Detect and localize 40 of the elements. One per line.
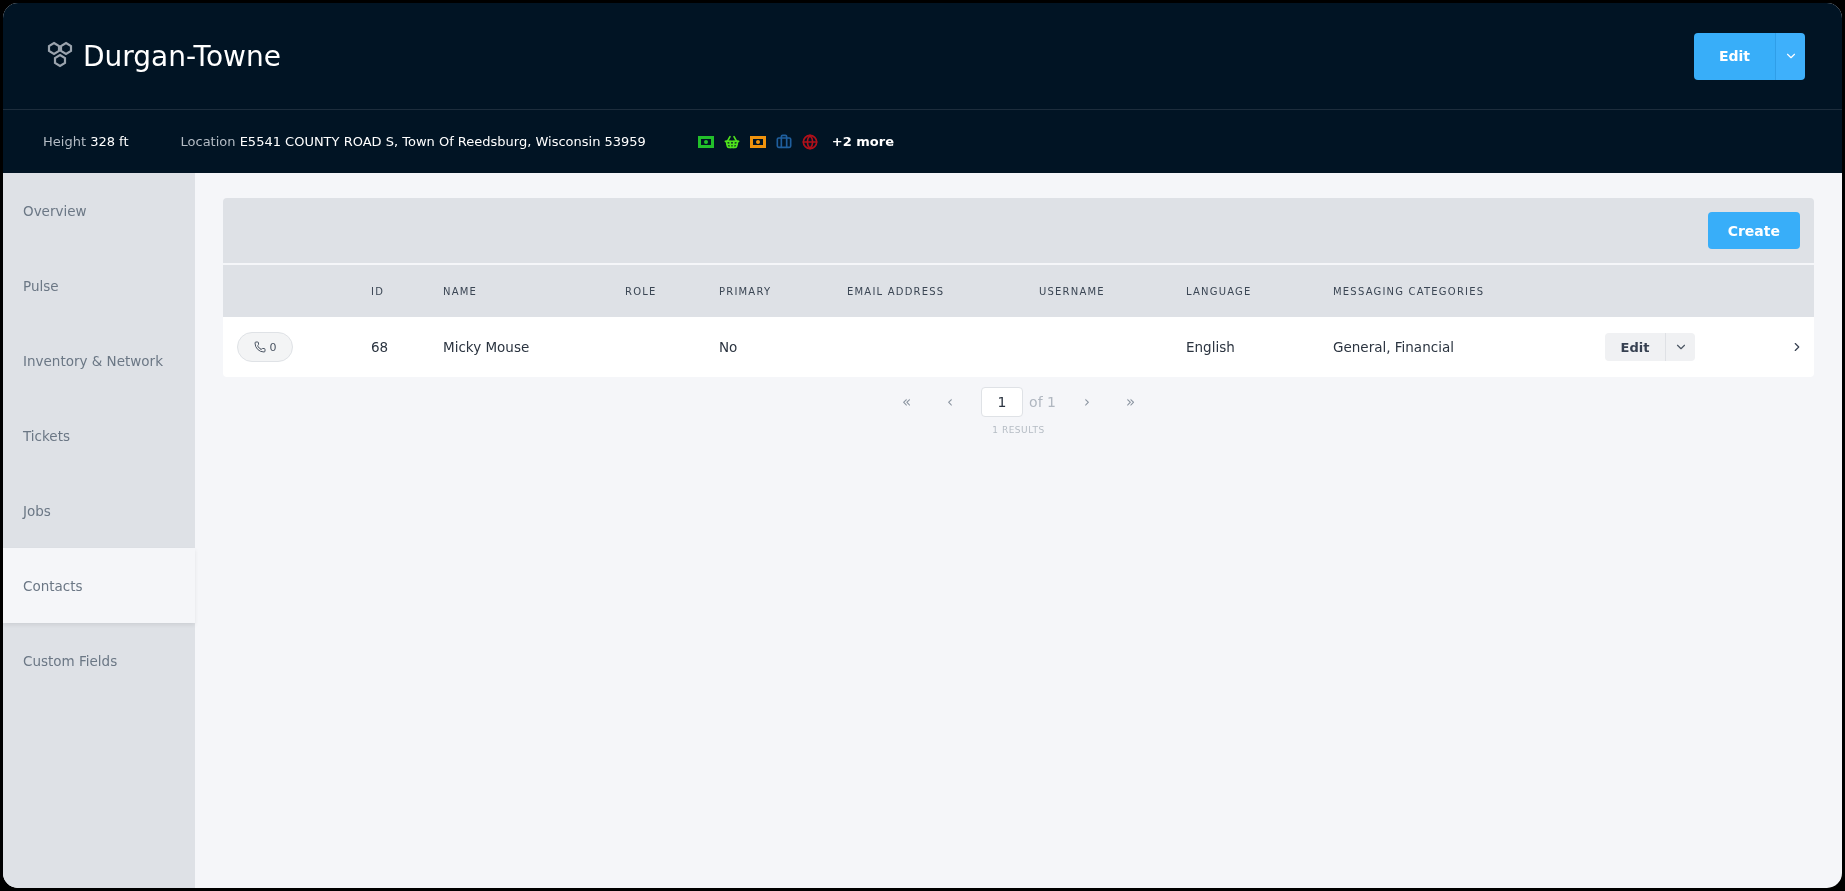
page-title: Durgan-Towne: [83, 39, 281, 73]
table-cell-text: English: [1186, 339, 1236, 355]
table-cell-text: 68: [371, 339, 390, 355]
column-header: USERNAME: [1039, 285, 1106, 297]
edit-menu-button[interactable]: [1775, 32, 1805, 80]
info-label: Location: [180, 134, 236, 149]
sidebar-item[interactable]: Jobs: [3, 473, 195, 548]
next-page-button[interactable]: ›: [1075, 389, 1098, 415]
first-page-button[interactable]: «: [893, 389, 920, 415]
column-header: ROLE: [625, 285, 658, 297]
sidebar-item[interactable]: Overview: [3, 173, 195, 248]
column-header: MESSAGING CATEGORIES: [1333, 285, 1486, 297]
table-row[interactable]: 0 68 Micky Mouse No English General, Financial Edit: [223, 317, 1814, 377]
sidebar-item[interactable]: Inventory & Network: [3, 323, 195, 398]
row-edit-button[interactable]: Edit: [1605, 333, 1665, 361]
table-cell-text: Micky Mouse: [443, 339, 531, 355]
info-value: E5541 COUNTY ROAD S, Town Of Reedsburg, Wisconsin 53959: [239, 134, 646, 149]
last-page-button[interactable]: »: [1117, 389, 1144, 415]
table-cell-text: General, Financial: [1333, 339, 1455, 355]
sidebar-item[interactable]: Tickets: [3, 398, 195, 473]
sidebar-item[interactable]: Pulse: [3, 248, 195, 323]
column-header: PRIMARY: [719, 285, 773, 297]
more-link[interactable]: +2 more: [831, 134, 895, 149]
create-button[interactable]: Create: [1707, 212, 1800, 249]
sidebar-item[interactable]: Contacts: [3, 548, 195, 623]
calls-button[interactable]: 0: [237, 332, 293, 362]
info-value: 328 ft: [90, 134, 129, 149]
phone-icon: [253, 341, 266, 353]
column-header: EMAIL ADDRESS: [847, 285, 946, 297]
page-input[interactable]: 1: [981, 387, 1024, 417]
previous-page-button[interactable]: ‹: [939, 389, 962, 415]
column-header: NAME: [443, 285, 479, 297]
column-header: ID: [371, 285, 386, 297]
results-count: 1 RESULTS: [992, 425, 1045, 435]
page-count: of 1: [1029, 394, 1056, 410]
sidebar-item[interactable]: Custom Fields: [3, 623, 195, 698]
info-label: Height: [43, 134, 86, 149]
table-cell-text: No: [719, 339, 739, 355]
edit-button[interactable]: Edit: [1694, 32, 1775, 80]
column-header: LANGUAGE: [1186, 285, 1253, 297]
